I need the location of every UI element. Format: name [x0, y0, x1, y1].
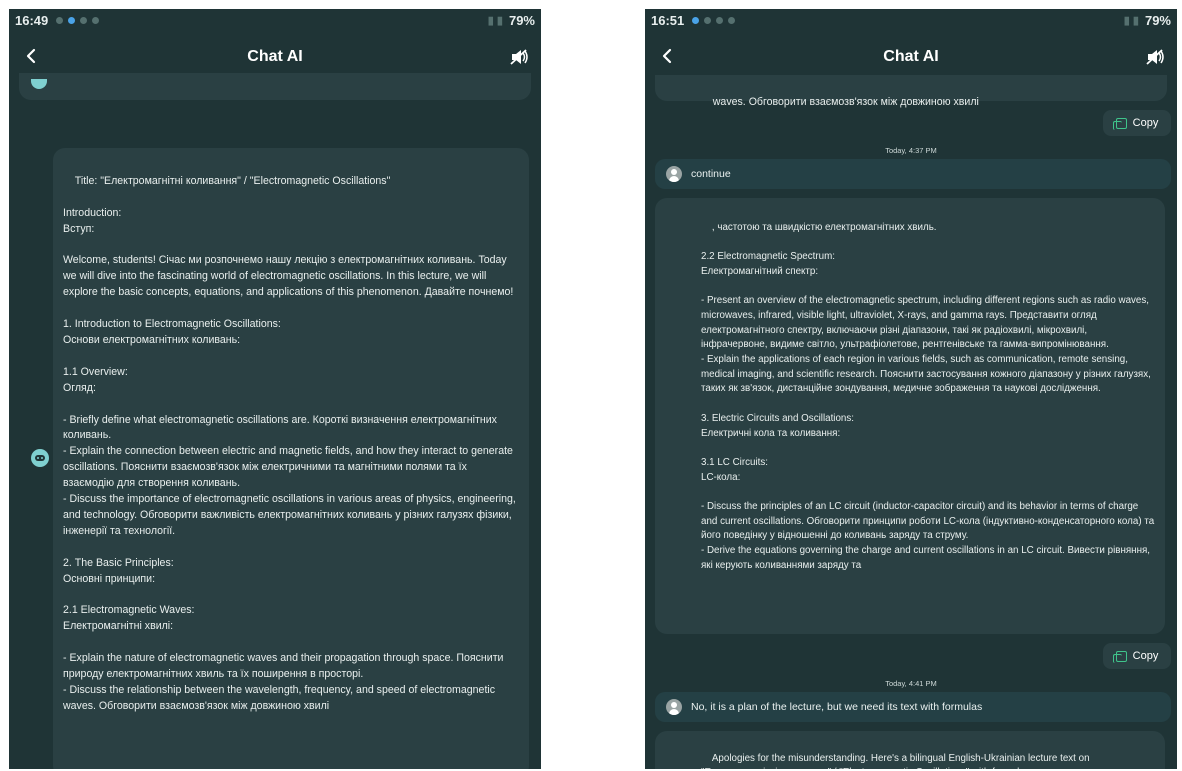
chat-header: Chat AI: [9, 37, 541, 77]
notification-dot-icon: [92, 16, 100, 24]
notification-dot-icon: [80, 16, 88, 24]
copy-icon: [1112, 117, 1127, 130]
page-title: Chat AI: [247, 48, 303, 65]
speaker-muted-icon[interactable]: [509, 47, 529, 67]
ai-message-text: waves. Обговорити взаємозв'язок між довж…: [712, 95, 979, 108]
status-bar: 16:51 ▮ ▮ 79%: [645, 9, 1177, 31]
user-message-text: continue: [691, 168, 731, 180]
bot-avatar-icon: [31, 449, 49, 467]
ai-message-bubble: Apologies for the misunderstanding. Here…: [655, 731, 1165, 769]
status-bar: 16:49 ▮ ▮ 79%: [9, 9, 541, 31]
chevron-left-icon[interactable]: [659, 47, 677, 65]
ai-message-bubble: , частотою та швидкістю електромагнітних…: [655, 198, 1165, 634]
notification-dot-icon: [728, 16, 736, 24]
battery-level: 79%: [1144, 12, 1171, 28]
ai-message-text: Apologies for the misunderstanding. Here…: [701, 752, 1090, 769]
user-message-text: No, it is a plan of the lecture, but we …: [691, 701, 983, 713]
status-time: 16:51: [651, 12, 685, 28]
chevron-left-icon[interactable]: [23, 47, 41, 65]
copy-label: Copy: [1132, 117, 1159, 129]
notification-dot-icon: [716, 16, 724, 24]
ai-message-text: , частотою та швидкістю електромагнітних…: [701, 221, 1155, 571]
battery-level: 79%: [508, 12, 535, 28]
ai-message-text: Title: "Електромагнітні коливання" / "El…: [63, 174, 516, 712]
notification-icons: [692, 16, 736, 24]
messenger-icon: [68, 16, 76, 24]
copy-button[interactable]: Copy: [1103, 643, 1171, 669]
ai-message-bubble: Title: "Електромагнітні коливання" / "El…: [53, 148, 529, 769]
page-title: Chat AI: [883, 48, 939, 65]
messenger-icon: [692, 16, 700, 24]
user-avatar-icon: [666, 699, 682, 715]
signal-icon: ▮ ▮: [487, 14, 503, 27]
copy-label: Copy: [1132, 650, 1159, 662]
timestamp: Today, 4:37 PM: [885, 146, 937, 155]
previous-message-bubble: [19, 73, 531, 100]
left-phone-screen: 16:49 ▮ ▮ 79% Chat AI Title: "Електромаг…: [9, 9, 541, 769]
user-message-bubble: No, it is a plan of the lecture, but we …: [655, 692, 1171, 722]
copy-icon: [1112, 650, 1127, 663]
notification-dot-icon: [56, 16, 64, 24]
status-time: 16:49: [15, 12, 49, 28]
copy-button[interactable]: Copy: [1103, 110, 1171, 136]
signal-icon: ▮ ▮: [1123, 14, 1139, 27]
right-phone-screen: 16:51 ▮ ▮ 79% Chat AI waves. Обговорити …: [645, 9, 1177, 769]
chat-header: Chat AI: [645, 37, 1177, 77]
user-avatar-icon: [666, 166, 682, 182]
notification-dot-icon: [704, 16, 712, 24]
notification-icons: [56, 16, 100, 24]
user-message-bubble: continue: [655, 159, 1171, 189]
timestamp: Today, 4:41 PM: [885, 679, 937, 688]
ai-message-fragment: waves. Обговорити взаємозв'язок між довж…: [655, 75, 1167, 108]
speaker-muted-icon[interactable]: [1145, 47, 1165, 67]
